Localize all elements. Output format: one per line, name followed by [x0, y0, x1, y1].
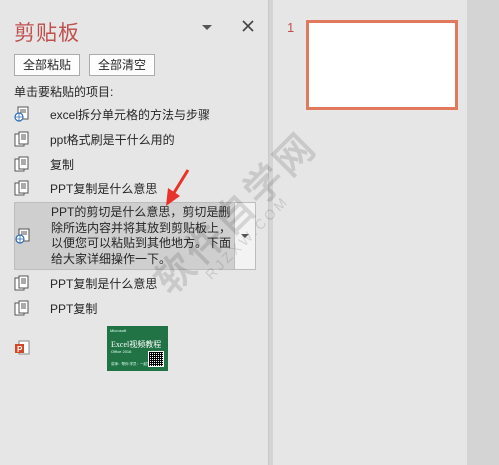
document-icon	[14, 180, 30, 196]
document-icon	[14, 131, 30, 147]
clipboard-hint: 单击要粘贴的项目:	[14, 85, 114, 99]
thumb-sub: Office 2016	[111, 349, 132, 354]
document-icon	[14, 275, 30, 291]
clipboard-item-text: PPT复制	[50, 301, 98, 316]
clipboard-item[interactable]: PPT复制	[14, 298, 256, 318]
svg-text:P: P	[17, 345, 23, 354]
web-document-icon	[14, 106, 30, 122]
excel-thumbnail-image: Microsoft Excel视频教程 Office 2016 讲师：帮你 学员…	[107, 326, 168, 371]
document-icon	[14, 300, 30, 316]
clipboard-item-text: PPT复制是什么意思	[50, 276, 158, 291]
clipboard-item[interactable]: ppt格式刷是干什么用的	[14, 129, 256, 149]
slide-thumbnail[interactable]	[306, 20, 458, 110]
clipboard-item-text: excel拆分单元格的方法与步骤	[50, 107, 211, 122]
paste-all-button[interactable]: 全部粘贴	[14, 54, 81, 76]
close-icon[interactable]	[240, 18, 256, 34]
clear-all-button[interactable]: 全部清空	[89, 54, 156, 76]
thumb-brand: Microsoft	[110, 328, 127, 333]
clipboard-item-selected[interactable]: PPT的剪切是什么意思，剪切是删除所选内容并将其放到剪贴板上，以便您可以粘贴到其…	[14, 202, 256, 270]
slide-edit-area[interactable]	[467, 0, 499, 465]
clipboard-item-text: ppt格式刷是干什么用的	[50, 132, 175, 147]
slide-number: 1	[287, 20, 295, 35]
clipboard-item[interactable]: PPT复制是什么意思	[14, 178, 256, 198]
chevron-down-icon	[241, 234, 249, 238]
powerpoint-icon: P	[14, 340, 30, 359]
clipboard-pane: 剪贴板 全部粘贴 全部清空 单击要粘贴的项目: excel拆分单元格的方法与步骤	[0, 0, 268, 465]
clipboard-item-text: PPT复制是什么意思	[50, 181, 158, 196]
item-options-dropdown[interactable]	[234, 203, 255, 269]
clipboard-item[interactable]: 复制	[14, 154, 256, 174]
web-document-icon	[15, 228, 31, 244]
clipboard-item[interactable]: PPT复制是什么意思	[14, 273, 256, 293]
clipboard-item-text: PPT的剪切是什么意思，剪切是删除所选内容并将其放到剪贴板上，以便您可以粘贴到其…	[51, 205, 232, 266]
pane-title: 剪贴板	[14, 22, 80, 45]
pane-options-chevron-icon[interactable]	[200, 20, 214, 34]
clipboard-item[interactable]: excel拆分单元格的方法与步骤	[14, 104, 256, 124]
document-icon	[14, 156, 30, 172]
qr-code-icon	[148, 351, 164, 367]
clipboard-item-text: 复制	[50, 157, 75, 172]
